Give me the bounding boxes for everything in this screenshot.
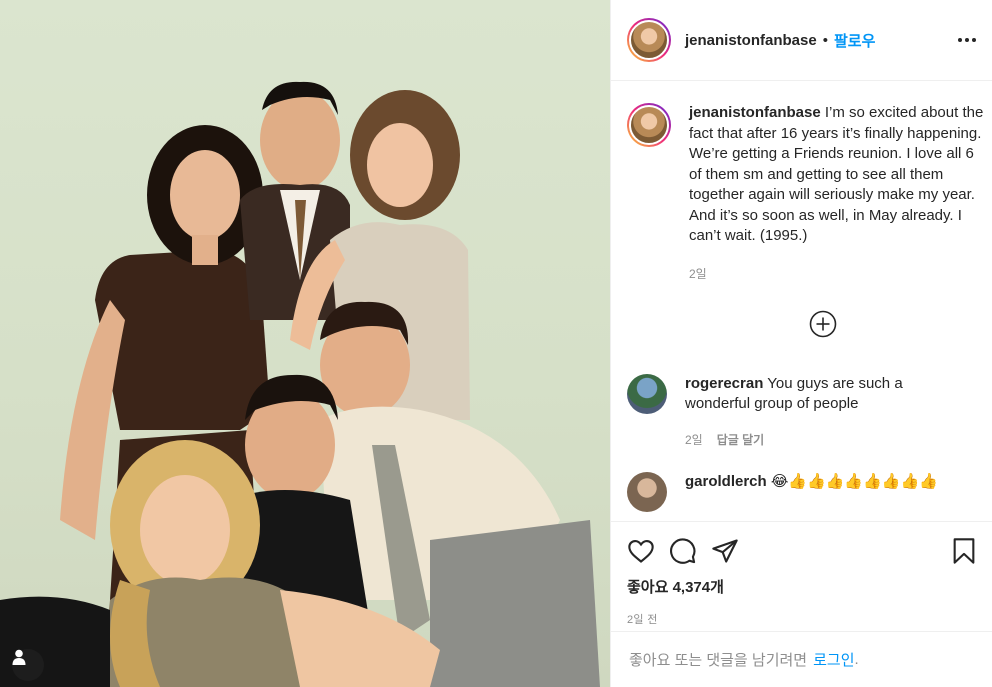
likes-count[interactable]: 좋아요 4,374개 bbox=[627, 576, 977, 597]
commenter-avatar[interactable] bbox=[627, 471, 667, 512]
add-comment-icon bbox=[809, 310, 837, 337]
post-time[interactable]: 2일 전 bbox=[627, 611, 977, 627]
post-header: jenanistonfanbase • 팔로우 bbox=[611, 0, 992, 81]
user-tag-icon bbox=[12, 649, 26, 665]
comment-item: garoldlerch 😂👍👍👍👍👍👍👍👍 bbox=[627, 471, 977, 512]
login-prompt: 좋아요 또는 댓글을 남기려면 로그인 . bbox=[611, 631, 992, 687]
caption-avatar[interactable] bbox=[627, 103, 671, 147]
caption-username[interactable]: jenanistonfanbase bbox=[689, 104, 821, 121]
comment-item: rogerecran You guys are such a wonderful… bbox=[627, 373, 977, 448]
like-button[interactable] bbox=[627, 537, 655, 565]
comments-list[interactable]: jenanistonfanbase I’m so excited about t… bbox=[611, 81, 992, 521]
caption-text: I’m so excited about the fact that after… bbox=[689, 104, 984, 244]
heart-icon bbox=[628, 540, 654, 563]
user-tag-button[interactable] bbox=[12, 649, 44, 681]
caption: jenanistonfanbase I’m so excited about t… bbox=[627, 103, 983, 282]
post-actions: 좋아요 4,374개 2일 전 bbox=[611, 521, 992, 631]
more-icon[interactable] bbox=[958, 38, 976, 42]
bookmark-icon bbox=[953, 538, 975, 564]
login-link[interactable]: 로그인 bbox=[813, 649, 854, 670]
group-photo-illustration bbox=[0, 81, 600, 687]
follow-button[interactable]: 팔로우 bbox=[834, 30, 875, 51]
login-prompt-text: 좋아요 또는 댓글을 남기려면 bbox=[629, 652, 808, 669]
comment-text: 😂👍👍👍👍👍👍👍👍 bbox=[770, 472, 938, 490]
author-avatar[interactable] bbox=[627, 18, 671, 62]
reply-button[interactable]: 답글 달기 bbox=[717, 431, 765, 448]
header-separator: • bbox=[822, 31, 828, 49]
comment-username[interactable]: rogerecran bbox=[685, 375, 763, 392]
post-panel: jenanistonfanbase • 팔로우 jenanistonfanbas… bbox=[610, 0, 992, 687]
post-photo bbox=[0, 0, 610, 687]
author-username[interactable]: jenanistonfanbase bbox=[685, 32, 817, 49]
login-prompt-suffix: . bbox=[854, 651, 859, 668]
comment-icon bbox=[670, 538, 696, 564]
caption-age[interactable]: 2일 bbox=[689, 265, 707, 282]
save-button[interactable] bbox=[951, 537, 977, 565]
load-more-comments-button[interactable] bbox=[669, 310, 977, 338]
share-button[interactable] bbox=[711, 537, 739, 565]
share-icon bbox=[712, 539, 738, 563]
comment-button[interactable] bbox=[669, 537, 697, 565]
comment-username[interactable]: garoldlerch bbox=[685, 473, 767, 490]
commenter-avatar[interactable] bbox=[627, 373, 667, 414]
comment-age[interactable]: 2일 bbox=[685, 431, 703, 448]
